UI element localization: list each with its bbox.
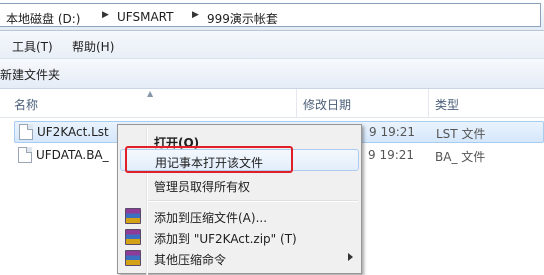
submenu-arrow-icon [348, 253, 353, 261]
context-menu-separator [148, 200, 358, 202]
breadcrumb-separator-icon[interactable]: ▶ [192, 10, 199, 20]
winrar-icon [125, 208, 141, 224]
context-menu-add-to-zip[interactable]: 添加到 "UF2KAct.zip" (T) [120, 226, 359, 248]
breadcrumb-folder-current[interactable]: 999演示帐套 [207, 10, 278, 27]
file-name: UF2KAct.Lst [37, 125, 109, 139]
file-modified: 9 19:21 [368, 148, 415, 162]
column-header: ▲ 名称 修改日期 类型 [0, 89, 544, 118]
context-menu-other-compress[interactable]: 其他压缩命令 [120, 247, 359, 269]
file-icon [19, 124, 33, 140]
new-folder-button[interactable]: 新建文件夹 [0, 66, 60, 83]
menu-help[interactable]: 帮助(H) [72, 38, 114, 55]
context-menu-label: 添加到压缩文件(A)... [154, 211, 268, 225]
context-menu-add-to-archive[interactable]: 添加到压缩文件(A)... [120, 205, 359, 227]
toolbar: 新建文件夹 [0, 59, 544, 89]
file-modified: 9 19:21 [369, 125, 416, 139]
file-type: BA_ 文件 [435, 150, 486, 164]
file-icon [18, 147, 32, 163]
column-name[interactable]: 名称 [14, 96, 38, 113]
sort-ascending-icon: ▲ [147, 89, 154, 98]
breadcrumb-folder-ufsmart[interactable]: UFSMART [117, 10, 173, 24]
menu-tools[interactable]: 工具(T) [12, 38, 53, 55]
annotation-highlight-box [125, 146, 293, 173]
breadcrumb-drive[interactable]: 本地磁盘 (D:) [6, 10, 80, 27]
column-modified[interactable]: 修改日期 [303, 96, 351, 113]
breadcrumb-separator-icon[interactable]: ▶ [102, 10, 109, 20]
address-bar: 本地磁盘 (D:) ▶ UFSMART ▶ 999演示帐套 [0, 0, 544, 31]
context-menu-label: 管理员取得所有权 [154, 180, 251, 194]
file-type: LST 文件 [436, 127, 486, 141]
winrar-icon [125, 229, 141, 245]
column-divider[interactable] [428, 89, 429, 117]
breadcrumb[interactable]: 本地磁盘 (D:) ▶ UFSMART ▶ 999演示帐套 [0, 3, 541, 27]
column-type[interactable]: 类型 [435, 96, 459, 113]
context-menu-label: 添加到 "UF2KAct.zip" (T) [154, 232, 297, 246]
context-menu-take-ownership[interactable]: 管理员取得所有权 [120, 174, 359, 196]
menu-bar: 工具(T) 帮助(H) [0, 31, 544, 59]
file-name: UFDATA.BA_ [36, 148, 109, 162]
context-menu-label: 其他压缩命令 [154, 253, 227, 267]
column-divider[interactable] [296, 89, 297, 117]
